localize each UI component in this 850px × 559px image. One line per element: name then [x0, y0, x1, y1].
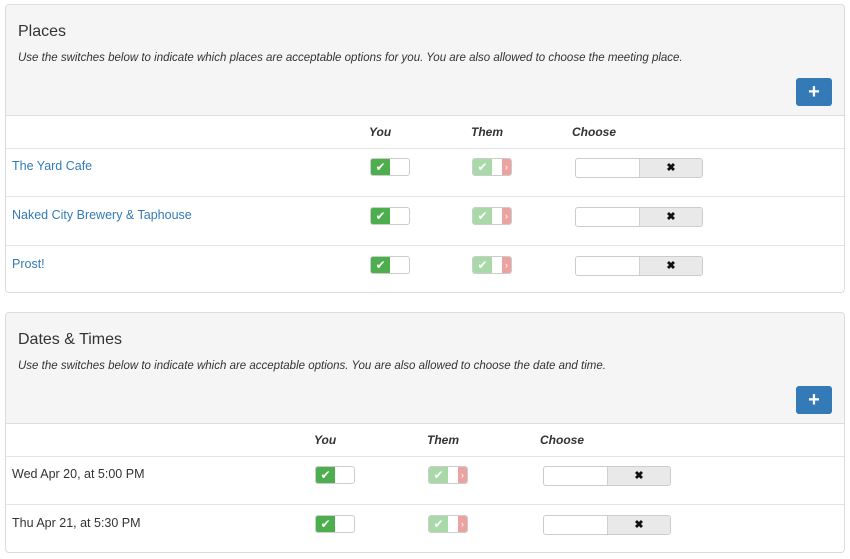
column-choose: Choose	[540, 433, 585, 447]
check-icon: ✔	[429, 516, 448, 532]
dates-header: Dates & Times Use the switches below to …	[6, 313, 844, 424]
them-toggle: ✔ ›	[472, 158, 512, 176]
chevron-right-icon: ›	[458, 516, 467, 532]
check-icon: ✔	[371, 208, 390, 224]
date-row: Thu Apr 21, at 5:30 PM ✔ ✔ › ✖	[6, 505, 844, 552]
check-icon: ✔	[371, 159, 390, 175]
choose-toggle[interactable]: ✖	[575, 256, 703, 276]
plus-icon: +	[808, 81, 820, 103]
dates-title: Dates & Times	[18, 331, 123, 348]
choose-toggle[interactable]: ✖	[575, 158, 703, 178]
them-toggle: ✔ ›	[472, 207, 512, 225]
check-icon: ✔	[429, 467, 448, 483]
you-toggle[interactable]: ✔	[370, 158, 410, 176]
date-label: Wed Apr 20, at 5:00 PM	[12, 467, 145, 481]
column-choose: Choose	[572, 125, 617, 139]
you-toggle[interactable]: ✔	[370, 207, 410, 225]
them-toggle: ✔ ›	[428, 466, 468, 484]
you-toggle[interactable]: ✔	[315, 466, 355, 484]
chevron-right-icon: ›	[502, 159, 511, 175]
column-them: Them	[471, 125, 504, 139]
them-toggle: ✔ ›	[428, 515, 468, 533]
chevron-right-icon: ›	[502, 257, 511, 273]
column-you: You	[314, 433, 337, 447]
dates-panel: Dates & Times Use the switches below to …	[5, 312, 845, 553]
close-icon: ✖	[639, 257, 702, 275]
column-them: Them	[427, 433, 460, 447]
date-label: Thu Apr 21, at 5:30 PM	[12, 516, 141, 530]
check-icon: ✔	[473, 257, 492, 273]
them-toggle: ✔ ›	[472, 256, 512, 274]
places-description: Use the switches below to indicate which…	[18, 52, 683, 64]
plus-icon: +	[808, 389, 820, 411]
places-header: Places Use the switches below to indicat…	[6, 5, 844, 116]
close-icon: ✖	[607, 516, 670, 534]
column-you: You	[369, 125, 392, 139]
check-icon: ✔	[371, 257, 390, 273]
add-date-button[interactable]: +	[796, 386, 832, 414]
choose-toggle[interactable]: ✖	[575, 207, 703, 227]
check-icon: ✔	[473, 159, 492, 175]
close-icon: ✖	[607, 467, 670, 485]
date-row: Wed Apr 20, at 5:00 PM ✔ ✔ › ✖	[6, 456, 844, 505]
places-panel: Places Use the switches below to indicat…	[5, 4, 845, 293]
check-icon: ✔	[316, 516, 335, 532]
you-toggle[interactable]: ✔	[315, 515, 355, 533]
chevron-right-icon: ›	[502, 208, 511, 224]
dates-column-header: You Them Choose	[6, 423, 844, 457]
choose-toggle[interactable]: ✖	[543, 515, 671, 535]
place-row: The Yard Cafe ✔ ✔ › ✖	[6, 148, 844, 197]
close-icon: ✖	[639, 208, 702, 226]
place-link[interactable]: The Yard Cafe	[12, 159, 92, 173]
place-row: Naked City Brewery & Taphouse ✔ ✔ › ✖	[6, 197, 844, 246]
choose-toggle[interactable]: ✖	[543, 466, 671, 486]
place-row: Prost! ✔ ✔ › ✖	[6, 246, 844, 292]
you-toggle[interactable]: ✔	[370, 256, 410, 274]
close-icon: ✖	[639, 159, 702, 177]
places-column-header: You Them Choose	[6, 115, 844, 149]
place-link[interactable]: Prost!	[12, 257, 45, 271]
check-icon: ✔	[316, 467, 335, 483]
dates-description: Use the switches below to indicate which…	[18, 360, 606, 372]
chevron-right-icon: ›	[458, 467, 467, 483]
add-place-button[interactable]: +	[796, 78, 832, 106]
place-link[interactable]: Naked City Brewery & Taphouse	[12, 208, 192, 222]
places-title: Places	[18, 23, 67, 40]
check-icon: ✔	[473, 208, 492, 224]
